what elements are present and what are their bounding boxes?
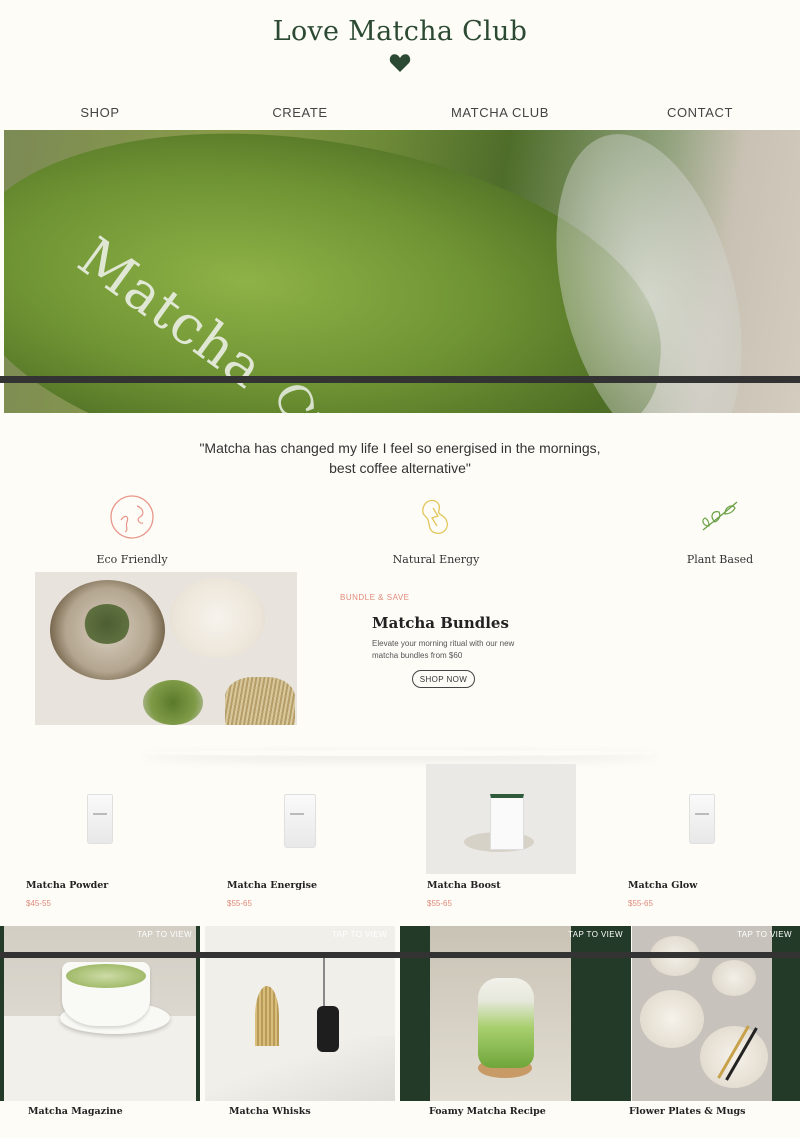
product-image [201,764,401,874]
product-name: Matcha Glow [628,880,698,891]
site-header: Love Matcha Club [0,0,800,95]
feature-label: Plant Based [686,553,754,566]
product-card[interactable]: Matcha Energise $55-65 [201,764,401,908]
heart-icon [389,54,411,72]
bundle-description: Elevate your morning ritual with our new… [372,639,515,660]
gallery-title[interactable]: Matcha Magazine [28,1106,123,1117]
matcha-jar [143,680,203,725]
gallery-title[interactable]: Flower Plates & Mugs [629,1106,746,1117]
product-card[interactable]: Matcha Glow $55-65 [602,764,800,908]
product-pouch [689,794,715,844]
product-image [426,764,576,874]
divider-bar [0,952,800,958]
feature-eco-friendly: Eco Friendly [72,492,192,566]
product-price: $55-65 [227,899,252,908]
product-pouch [284,794,316,848]
hero-image: Matcha Club [4,130,800,413]
brand-title[interactable]: Love Matcha Club [0,16,800,47]
latte-foam [66,964,146,988]
nav-create[interactable]: CREATE [200,105,400,120]
product-image [602,764,800,874]
product-name: Matcha Powder [26,880,109,891]
gallery-title[interactable]: Matcha Whisks [229,1106,311,1117]
tap-to-view: TAP TO VIEW [568,930,623,939]
bundle-title: Matcha Bundles [372,614,509,632]
product-image [0,764,200,874]
iced-matcha-glass [478,978,534,1068]
quote-line-1: "Matcha has changed my life I feel so en… [199,440,601,456]
feature-natural-energy: Natural Energy [376,492,496,566]
feature-label: Eco Friendly [96,553,168,566]
bundle-tag: BUNDLE & SAVE [340,593,410,602]
globe-leaf-icon [110,495,154,539]
energy-hand-icon [422,499,448,534]
frother-stem [323,956,325,1006]
shadow-area [205,1036,395,1101]
matcha-cup-product [490,794,524,850]
testimonial-quote: "Matcha has changed my life I feel so en… [0,438,800,478]
section-divider [140,750,660,756]
gallery-title[interactable]: Foamy Matcha Recipe [429,1106,546,1117]
product-card[interactable]: Matcha Powder $45-55 [0,764,200,908]
nav-shop[interactable]: SHOP [0,105,200,120]
flower-plate [170,578,265,658]
divider-bar [0,376,800,383]
matcha-powder [83,604,131,644]
bundle-image[interactable] [35,572,297,725]
quote-line-2: best coffee alternative" [329,460,471,476]
product-card[interactable]: Matcha Boost $55-65 [401,764,601,908]
feature-plant-based: Plant Based [660,492,780,566]
product-grid: Matcha Powder $45-55 Matcha Energise $55… [0,764,800,914]
main-nav: SHOP CREATE MATCHA CLUB CONTACT [0,95,800,130]
product-name: Matcha Energise [227,880,318,891]
tap-to-view: TAP TO VIEW [737,930,792,939]
flower-plate [700,1026,768,1088]
product-pouch [87,794,113,844]
shop-now-button[interactable]: SHOP NOW [412,670,475,688]
plant-icon [702,501,738,531]
bamboo-whisk [225,677,295,725]
product-name: Matcha Boost [427,880,501,891]
tap-to-view: TAP TO VIEW [332,930,387,939]
flower-plate [640,990,704,1048]
feature-strip: Eco Friendly Natural Energy Plant Based [0,490,800,570]
feature-label: Natural Energy [392,553,480,566]
nav-matcha-club[interactable]: MATCHA CLUB [400,105,600,120]
product-price: $55-65 [427,899,452,908]
tap-to-view: TAP TO VIEW [137,930,192,939]
product-price: $55-65 [628,899,653,908]
nav-contact[interactable]: CONTACT [600,105,800,120]
product-price: $45-55 [26,899,51,908]
flower-cup [712,960,756,996]
